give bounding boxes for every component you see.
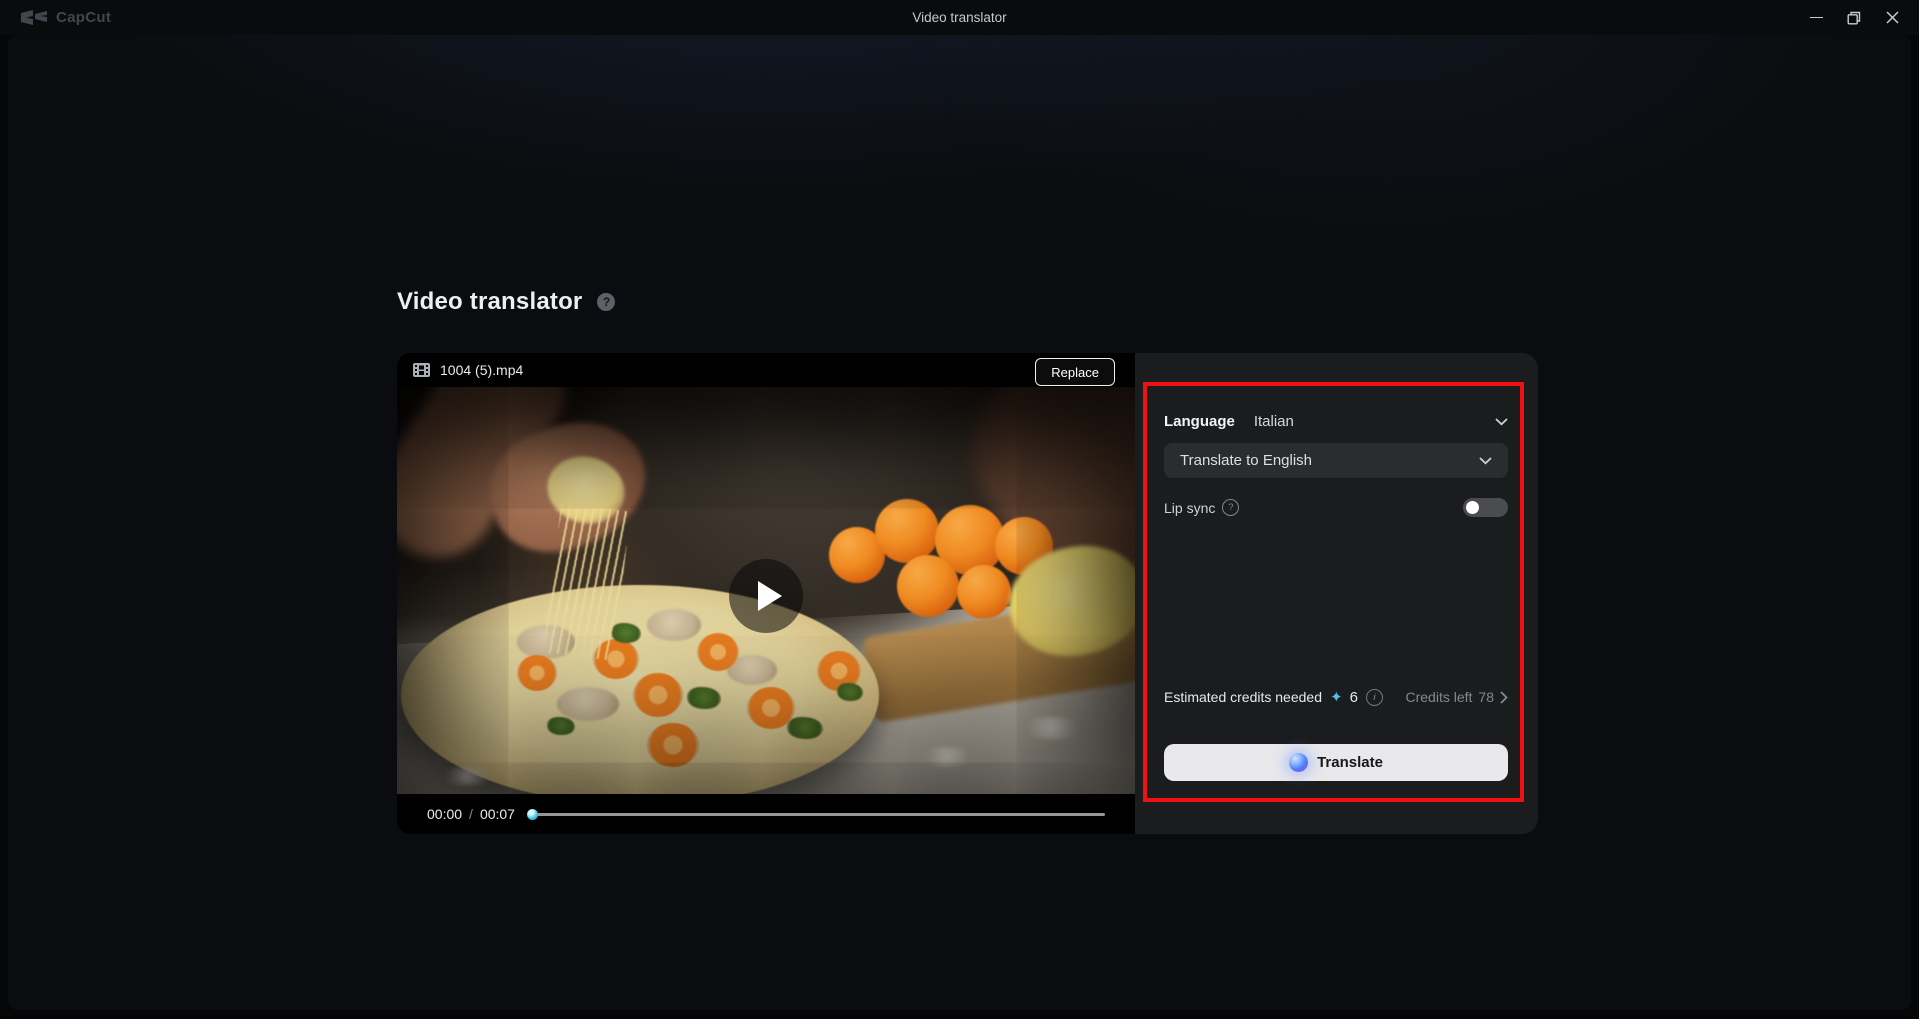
- close-icon: [1886, 11, 1899, 24]
- window-title: Video translator: [0, 0, 1919, 35]
- ai-gradient-icon: [1289, 753, 1308, 772]
- lip-sync-help-icon[interactable]: ?: [1222, 499, 1239, 516]
- translate-button[interactable]: Translate: [1164, 744, 1508, 781]
- current-time: 00:00: [427, 806, 462, 822]
- close-button[interactable]: [1873, 0, 1911, 35]
- credits-left-link[interactable]: Credits left 78: [1406, 689, 1509, 705]
- minimize-button[interactable]: [1797, 0, 1835, 35]
- target-language-select[interactable]: Translate to English: [1164, 443, 1508, 478]
- translator-settings-panel: Language Italian Translate to English Li: [1135, 353, 1538, 834]
- player-header: 1004 (5).mp4 Replace: [397, 353, 1135, 387]
- language-row[interactable]: Language Italian: [1164, 413, 1508, 430]
- translate-button-label: Translate: [1317, 754, 1383, 771]
- language-label: Language: [1164, 413, 1235, 430]
- seek-track[interactable]: [536, 813, 1105, 816]
- titlebar: CapCut Video translator: [0, 0, 1919, 35]
- minimize-icon: [1810, 17, 1823, 18]
- video-filename: 1004 (5).mp4: [440, 362, 523, 378]
- language-value: Italian: [1254, 413, 1294, 430]
- time-separator: /: [469, 806, 473, 822]
- play-button[interactable]: [729, 559, 803, 633]
- target-language-value: Translate to English: [1180, 452, 1312, 469]
- credits-row: Estimated credits needed ✦ 6 i Credits l…: [1164, 688, 1508, 706]
- video-frame: [397, 387, 1135, 794]
- film-icon: [413, 363, 430, 377]
- player-footer: 00:00 / 00:07: [397, 794, 1135, 834]
- credits-left-value: 78: [1478, 689, 1494, 705]
- playhead-handle[interactable]: [527, 809, 538, 820]
- video-player-card: 1004 (5).mp4 Replace: [397, 353, 1135, 834]
- chevron-right-icon: [1500, 691, 1508, 704]
- window-controls: [1797, 0, 1911, 35]
- credits-info-icon[interactable]: i: [1366, 689, 1383, 706]
- lip-sync-row: Lip sync ?: [1164, 498, 1508, 517]
- page-title: Video translator: [397, 288, 582, 316]
- help-icon[interactable]: ?: [597, 293, 615, 311]
- replace-button[interactable]: Replace: [1035, 358, 1115, 386]
- toggle-knob: [1466, 501, 1479, 514]
- play-icon: [758, 581, 782, 611]
- restore-button[interactable]: [1835, 0, 1873, 35]
- page-heading: Video translator ?: [397, 288, 615, 316]
- lip-sync-label: Lip sync: [1164, 500, 1215, 516]
- restore-icon: [1847, 11, 1861, 25]
- seek-bar[interactable]: [527, 808, 1105, 820]
- chevron-down-icon[interactable]: [1495, 418, 1508, 426]
- credits-needed-label: Estimated credits needed: [1164, 689, 1322, 705]
- credit-sparkle-icon: ✦: [1330, 688, 1343, 706]
- lip-sync-toggle[interactable]: [1463, 498, 1508, 517]
- chevron-down-icon: [1479, 457, 1492, 465]
- credits-needed-value: 6: [1350, 689, 1358, 706]
- main-panel: Video translator ? 1004 (5).mp4 Replace: [8, 35, 1911, 1010]
- app-window: CapCut Video translator: [0, 0, 1919, 1019]
- credits-left-label: Credits left: [1406, 689, 1473, 705]
- duration: 00:07: [480, 806, 515, 822]
